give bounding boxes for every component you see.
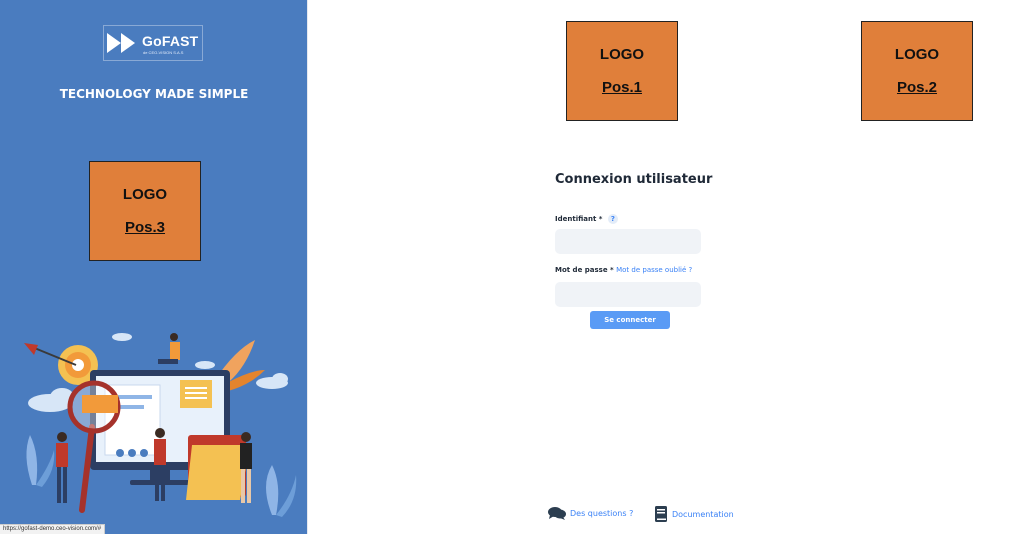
password-label: Mot de passe * Mot de passe oublié ? — [555, 266, 692, 274]
identifier-label-text: Identifiant * — [555, 215, 603, 223]
logo-placeholder-position: Pos.1 — [601, 79, 643, 96]
logo-placeholder-label: LOGO — [122, 186, 168, 203]
identifier-label: Identifiant * ? — [555, 214, 618, 224]
analytics-team-illustration — [24, 333, 297, 517]
questions-link[interactable]: Des questions ? — [548, 506, 633, 520]
logo-placeholder-position: Pos.2 — [896, 79, 938, 96]
brand-name: GoFAST — [142, 33, 199, 49]
gofast-logo: GoFAST de CEO-VISION S.A.S — [103, 25, 203, 61]
logo-placeholder-position: Pos.3 — [124, 219, 166, 236]
help-icon[interactable]: ? — [607, 214, 618, 224]
password-input[interactable] — [555, 282, 701, 307]
book-icon — [655, 506, 667, 522]
logo-placeholder-label: LOGO — [894, 46, 940, 63]
logo-placeholder-label: LOGO — [599, 46, 645, 63]
brand-subtitle: de CEO-VISION S.A.S — [143, 50, 184, 55]
forgot-password-link[interactable]: Mot de passe oublié ? — [616, 266, 692, 274]
login-form: Connexion utilisateur Identifiant * ? Mo… — [555, 172, 715, 329]
password-label-text: Mot de passe * — [555, 266, 614, 274]
login-title: Connexion utilisateur — [555, 172, 713, 187]
tagline: TECHNOLOGY MADE SIMPLE — [59, 87, 249, 101]
target-icon — [24, 343, 98, 385]
gofast-double-arrow-logo-icon — [107, 33, 135, 53]
questions-link-label: Des questions ? — [570, 508, 634, 518]
login-button[interactable]: Se connecter — [590, 311, 670, 329]
identifier-input[interactable] — [555, 229, 701, 254]
left-brand-panel: GoFAST de CEO-VISION S.A.S TECHNOLOGY MA… — [0, 0, 308, 534]
logo-placeholder-pos2: LOGO Pos.2 — [861, 21, 973, 121]
documentation-link[interactable]: Documentation — [654, 506, 734, 522]
status-bar-url: https://gofast-demo.ceo-vision.com/# — [0, 524, 106, 534]
chat-bubbles-icon — [548, 507, 566, 520]
logo-placeholder-pos1: LOGO Pos.1 — [566, 21, 678, 121]
logo-placeholder-pos3: LOGO Pos.3 — [89, 161, 201, 261]
documentation-link-label: Documentation — [672, 509, 734, 519]
